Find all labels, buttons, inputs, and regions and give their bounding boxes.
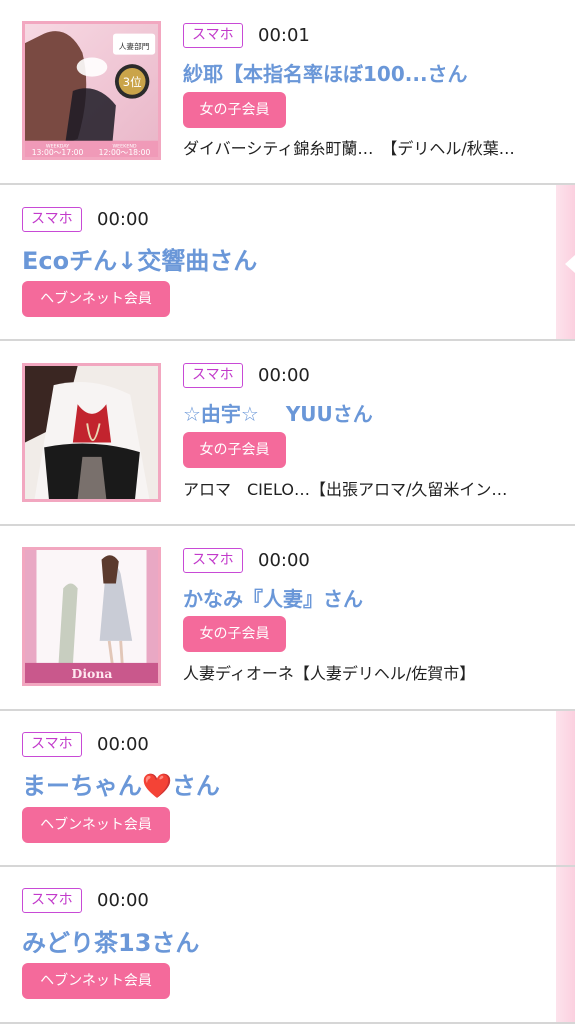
sender-name-link[interactable]: Ecoチん↓交響曲さん (22, 241, 257, 276)
device-tag: スマホ (183, 548, 243, 573)
member-type-badge: 女の子会員 (183, 92, 286, 128)
message-list: 3位 人妻部門 WEEKDAY WEEKEND 13:00〜17:00 12:0… (0, 0, 575, 1024)
thumb-weekday-hours: 13:00〜17:00 (32, 148, 84, 157)
post-time: 00:00 (258, 550, 310, 571)
list-item[interactable]: Diona スマホ 00:00 かなみ『人妻』さん 女の子会員 人妻ディオーネ【… (0, 526, 575, 711)
post-time: 00:00 (258, 365, 310, 386)
rank-badge-text: 3位 (123, 75, 142, 89)
device-tag: スマホ (183, 363, 243, 388)
list-item[interactable]: 3位 人妻部門 WEEKDAY WEEKEND 13:00〜17:00 12:0… (0, 0, 575, 185)
post-time: 00:00 (97, 209, 149, 230)
list-item[interactable]: スマホ 00:00 みどり茶13さん ヘブンネット会員 (0, 867, 575, 1024)
device-tag: スマホ (22, 207, 82, 232)
list-item[interactable]: スマホ 00:00 まーちゃん❤️さん ヘブンネット会員 (0, 711, 575, 867)
sender-name-link[interactable]: かなみ『人妻』さん (183, 583, 363, 612)
shop-name-link[interactable]: ダイバーシティ錦糸町蘭… 【デリヘル/秋葉… (183, 135, 563, 159)
member-type-badge: ヘブンネット会員 (22, 807, 170, 843)
post-time: 00:00 (97, 734, 149, 755)
profile-thumbnail[interactable] (22, 363, 161, 502)
list-item[interactable]: スマホ 00:00 Ecoチん↓交響曲さん ヘブンネット会員 (0, 185, 575, 341)
shop-name-link[interactable]: アロマ CIELO…【出張アロマ/久留米イン… (183, 476, 563, 500)
member-type-badge: 女の子会員 (183, 432, 286, 468)
post-time: 00:00 (97, 890, 149, 911)
device-tag: スマホ (22, 732, 82, 757)
list-item[interactable]: スマホ 00:00 ☆由宇☆ YUUさん 女の子会員 アロマ CIELO…【出張… (0, 341, 575, 526)
sender-name-link[interactable]: ☆由宇☆ YUUさん (183, 398, 373, 427)
edge-tab-marker (565, 255, 575, 273)
profile-thumbnail[interactable]: 3位 人妻部門 WEEKDAY WEEKEND 13:00〜17:00 12:0… (22, 21, 161, 160)
profile-photo-image (25, 366, 158, 499)
post-time: 00:01 (258, 25, 310, 46)
thumb-category-text: 人妻部門 (119, 41, 150, 51)
profile-photo-image: 3位 人妻部門 WEEKDAY WEEKEND 13:00〜17:00 12:0… (25, 24, 158, 157)
thumb-weekend-hours: 12:00〜18:00 (99, 148, 151, 157)
device-tag: スマホ (183, 23, 243, 48)
member-type-badge: 女の子会員 (183, 616, 286, 652)
thumb-logo-text: Diona (72, 666, 113, 681)
member-type-badge: ヘブンネット会員 (22, 281, 170, 317)
sender-name-link[interactable]: みどり茶13さん (22, 923, 199, 958)
profile-photo-image: Diona (25, 550, 158, 683)
profile-thumbnail[interactable]: Diona (22, 547, 161, 686)
sender-name-link[interactable]: まーちゃん❤️さん (22, 766, 220, 801)
device-tag: スマホ (22, 888, 82, 913)
shop-name-link[interactable]: 人妻ディオーネ【人妻デリヘル/佐賀市】 (183, 660, 563, 684)
sender-name-link[interactable]: 紗耶【本指名率ほぼ100...さん (183, 58, 468, 87)
member-type-badge: ヘブンネット会員 (22, 963, 170, 999)
